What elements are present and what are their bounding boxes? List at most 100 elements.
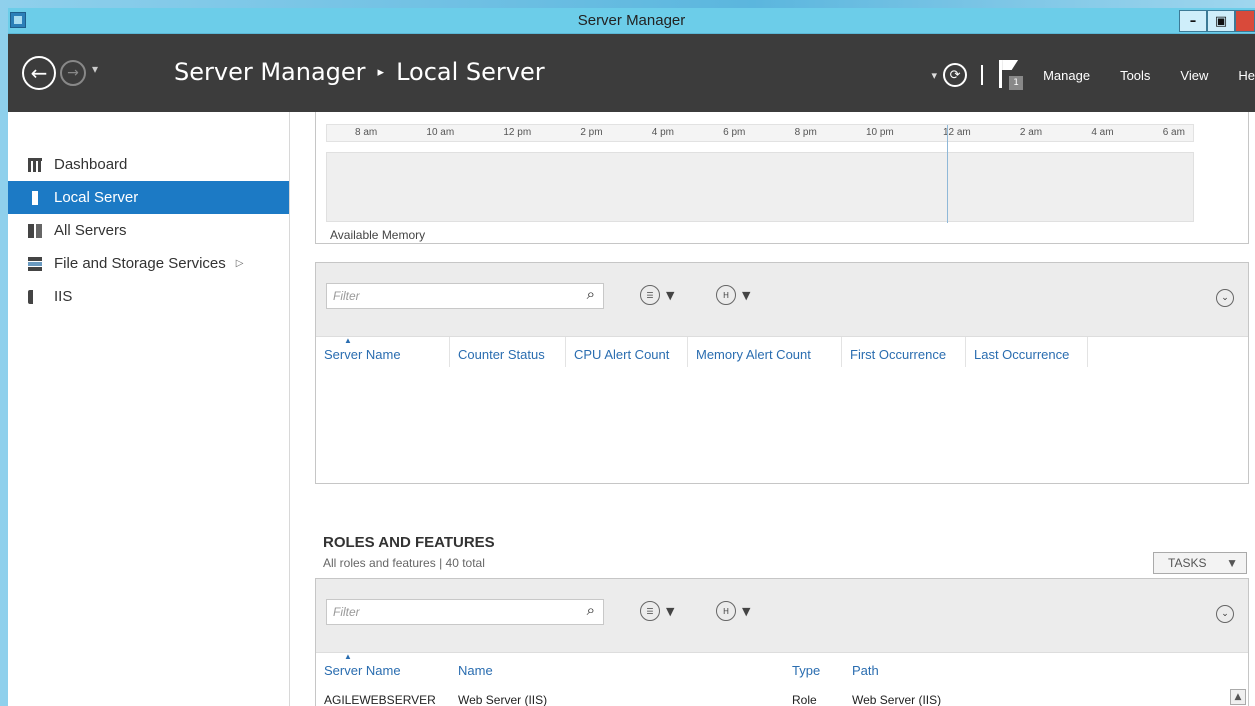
column-counter-status[interactable]: Counter Status (450, 337, 566, 367)
table-row[interactable]: AGILEWEBSERVER Web Server (IIS) Role Web… (316, 687, 1248, 706)
menu-tools[interactable]: Tools (1120, 68, 1150, 83)
expand-collapse-icon[interactable]: ⌄ (1216, 605, 1234, 623)
alerts-table-header: ▲ Server Name Counter Status CPU Alert C… (316, 336, 1248, 367)
column-server-name[interactable]: ▲ Server Name (316, 336, 450, 367)
list-options-icon: ☰ (640, 285, 660, 305)
filter-placeholder: Filter (333, 605, 360, 619)
time-tick: 4 am (1091, 127, 1114, 138)
cell-type: Role (792, 693, 817, 706)
sort-ascending-icon: ▲ (344, 336, 352, 345)
save-query-dropdown[interactable]: H ▼ (716, 601, 750, 621)
notifications-flag-icon[interactable]: 1 (999, 60, 1025, 90)
sidebar-item-label: Dashboard (54, 156, 128, 173)
time-tick: 6 am (1162, 127, 1185, 138)
iis-icon (28, 289, 42, 304)
scroll-up-button[interactable]: ▲ (1230, 689, 1246, 705)
history-dropdown-icon[interactable]: ▾ (92, 62, 98, 76)
performance-chart-panel: 8 am 10 am 12 pm 2 pm 4 pm 6 pm 8 pm 10 … (315, 112, 1249, 244)
time-tick: 10 am (426, 127, 455, 138)
expand-collapse-icon[interactable]: ⌄ (1216, 289, 1234, 307)
sort-ascending-icon: ▲ (344, 652, 352, 661)
column-name[interactable]: Name (450, 653, 784, 683)
chevron-down-icon: ▼ (1226, 556, 1238, 570)
column-path[interactable]: Path (844, 653, 1044, 683)
sidebar-item-local-server[interactable]: Local Server (8, 181, 289, 214)
server-icon (32, 190, 38, 205)
sidebar-item-label: All Servers (54, 222, 127, 239)
command-bar-actions: ▾ ⟳ 1 Manage Tools View He (932, 60, 1255, 90)
restore-button[interactable]: ▣ (1207, 10, 1235, 32)
window-controls: – ▣ (1179, 8, 1255, 34)
menu-view[interactable]: View (1180, 68, 1208, 83)
dashboard-icon (28, 157, 42, 172)
filter-input[interactable]: Filter ⌕ (326, 599, 604, 625)
close-button[interactable] (1235, 10, 1255, 32)
refresh-dropdown-icon[interactable]: ▾ (932, 69, 938, 82)
column-cpu-alert-count[interactable]: CPU Alert Count (566, 337, 688, 367)
forward-arrow-icon[interactable]: → (60, 60, 86, 86)
main-content: 8 am 10 am 12 pm 2 pm 4 pm 6 pm 8 pm 10 … (291, 112, 1255, 706)
breadcrumb: Server Manager ▸ Local Server (174, 58, 545, 86)
roles-table-header: ▲ Server Name Name Type Path (316, 652, 1248, 683)
chevron-down-icon: ▼ (666, 604, 675, 618)
chevron-down-icon: ▼ (742, 288, 751, 302)
chart-label: Available Memory (330, 228, 426, 242)
servers-icon (28, 223, 42, 238)
minimize-button[interactable]: – (1179, 10, 1207, 32)
column-memory-alert-count[interactable]: Memory Alert Count (688, 337, 842, 367)
search-icon[interactable]: ⌕ (587, 602, 595, 619)
notification-count-badge: 1 (1009, 76, 1024, 90)
breadcrumb-separator-icon: ▸ (377, 64, 385, 80)
filter-bar: Filter ⌕ ☰ ▼ H ▼ ⌄ (316, 579, 1248, 653)
list-options-dropdown[interactable]: ☰ ▼ (640, 285, 674, 305)
time-tick: 6 pm (723, 127, 746, 138)
sidebar-item-iis[interactable]: IIS (8, 280, 289, 313)
current-time-marker (947, 125, 948, 223)
title-bar: Server Manager – ▣ (8, 8, 1255, 34)
section-title: ROLES AND FEATURES (323, 534, 495, 551)
refresh-icon[interactable]: ⟳ (943, 63, 968, 87)
back-arrow-icon[interactable]: ← (22, 56, 56, 90)
column-first-occurrence[interactable]: First Occurrence (842, 337, 966, 367)
sidebar-item-all-servers[interactable]: All Servers (8, 214, 289, 247)
save-query-dropdown[interactable]: H ▼ (716, 285, 750, 305)
filter-input[interactable]: Filter ⌕ (326, 283, 604, 309)
sidebar-item-label: IIS (54, 288, 73, 305)
submenu-arrow-icon[interactable]: ▷ (236, 258, 244, 269)
breadcrumb-server-manager[interactable]: Server Manager (174, 58, 366, 86)
time-tick: 8 am (355, 127, 378, 138)
storage-icon (28, 256, 42, 271)
time-tick: 12 pm (503, 127, 532, 138)
tasks-label: TASKS (1168, 556, 1207, 570)
performance-alerts-panel: Filter ⌕ ☰ ▼ H ▼ ⌄ ▲ Server Name Counter S… (315, 262, 1249, 484)
column-type[interactable]: Type (784, 653, 844, 683)
save-query-icon: H (716, 285, 736, 305)
sidebar-item-dashboard[interactable]: Dashboard (8, 148, 289, 181)
column-label: Server Name (324, 347, 401, 362)
sidebar-item-file-storage[interactable]: File and Storage Services ▷ (8, 247, 289, 280)
time-tick: 8 pm (794, 127, 817, 138)
list-options-icon: ☰ (640, 601, 660, 621)
toolbar-divider (981, 65, 984, 85)
filter-bar: Filter ⌕ ☰ ▼ H ▼ ⌄ (316, 263, 1248, 337)
cell-path: Web Server (IIS) (852, 693, 942, 706)
breadcrumb-local-server[interactable]: Local Server (396, 58, 545, 86)
chevron-down-icon: ▼ (666, 288, 675, 302)
command-bar: ← → ▾ Server Manager ▸ Local Server ▾ ⟳ … (8, 34, 1255, 112)
list-options-dropdown[interactable]: ☰ ▼ (640, 601, 674, 621)
column-server-name[interactable]: ▲ Server Name (316, 652, 450, 683)
search-icon[interactable]: ⌕ (587, 286, 595, 303)
time-tick: 4 pm (651, 127, 674, 138)
tasks-button[interactable]: TASKS ▼ (1153, 552, 1247, 574)
roles-features-panel: Filter ⌕ ☰ ▼ H ▼ ⌄ ▲ Server Name Name Type (315, 578, 1249, 706)
menu-manage[interactable]: Manage (1043, 68, 1090, 83)
server-manager-window: Server Manager – ▣ ← → ▾ Server Manager … (8, 8, 1255, 706)
menu-help[interactable]: He (1238, 68, 1255, 83)
column-label: Server Name (324, 663, 401, 678)
section-subtitle: All roles and features | 40 total (323, 556, 485, 570)
time-axis: 8 am 10 am 12 pm 2 pm 4 pm 6 pm 8 pm 10 … (326, 124, 1194, 142)
window-title: Server Manager (577, 12, 686, 29)
column-last-occurrence[interactable]: Last Occurrence (966, 337, 1088, 367)
navigation-sidebar: Dashboard Local Server All Servers File … (8, 112, 290, 706)
time-tick: 2 pm (580, 127, 603, 138)
